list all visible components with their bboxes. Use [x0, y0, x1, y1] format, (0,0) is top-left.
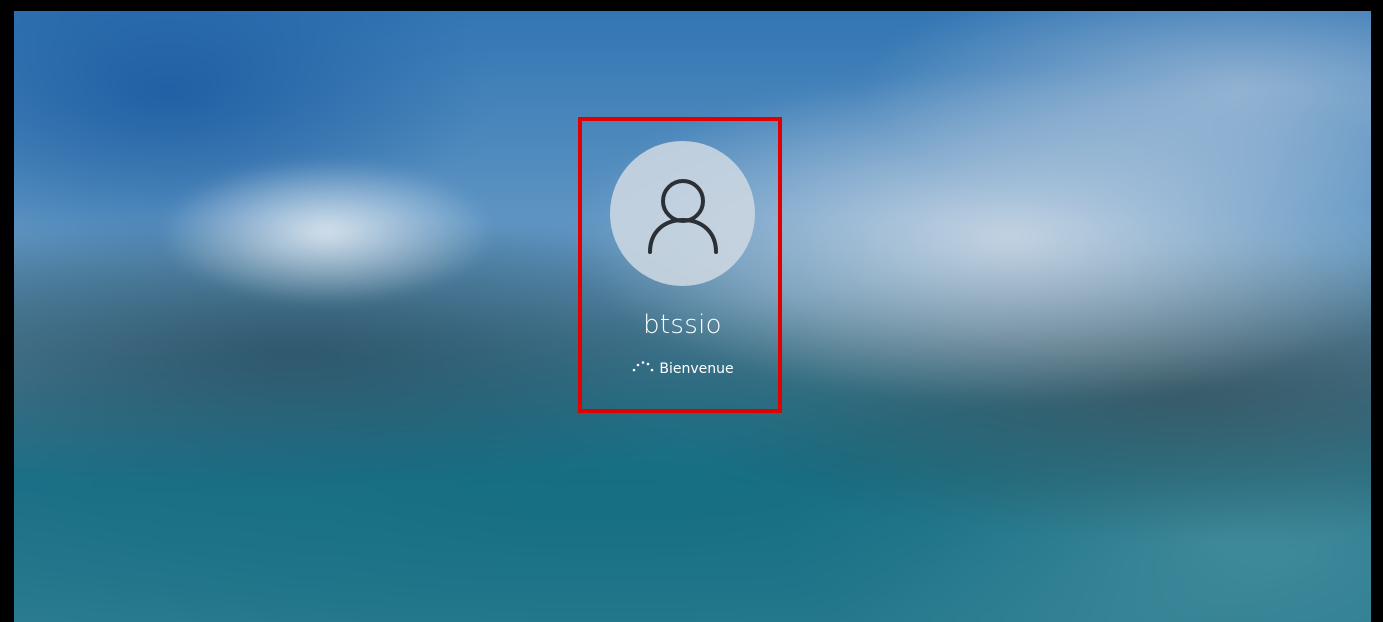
red-highlight-box	[578, 117, 782, 413]
screenshot-frame: btssio Bienvenue	[0, 0, 1383, 622]
